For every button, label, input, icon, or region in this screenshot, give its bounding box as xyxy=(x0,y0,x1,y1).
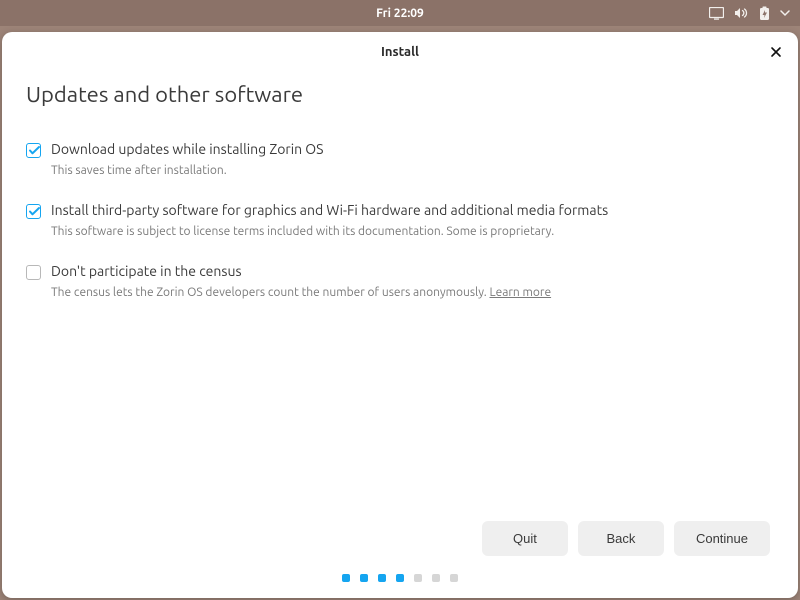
option-row: Don't participate in the census The censu… xyxy=(26,263,774,302)
back-button[interactable]: Back xyxy=(578,521,664,556)
option-body: Download updates while installing Zorin … xyxy=(51,141,774,180)
option-desc-text: The census lets the Zorin OS developers … xyxy=(51,286,489,299)
option-label[interactable]: Install third-party software for graphic… xyxy=(51,202,774,218)
option-description: This saves time after installation. xyxy=(51,163,774,180)
close-icon[interactable] xyxy=(766,42,786,62)
display-icon[interactable] xyxy=(709,7,724,20)
option-row: Download updates while installing Zorin … xyxy=(26,141,774,180)
button-row: Quit Back Continue xyxy=(26,521,774,574)
option-description: This software is subject to license term… xyxy=(51,224,774,241)
system-tray[interactable] xyxy=(709,0,790,26)
page-title: Updates and other software xyxy=(26,82,774,107)
options-list: Download updates while installing Zorin … xyxy=(26,141,774,323)
option-desc-text: This software is subject to license term… xyxy=(51,225,554,238)
battery-icon[interactable] xyxy=(759,6,770,21)
content-area: Updates and other software Download upda… xyxy=(2,72,798,598)
titlebar: Install xyxy=(2,32,798,72)
progress-dot xyxy=(378,574,386,582)
option-desc-text: This saves time after installation. xyxy=(51,164,227,177)
progress-dots xyxy=(26,574,774,598)
volume-icon[interactable] xyxy=(734,6,749,20)
progress-dot xyxy=(414,574,422,582)
learn-more-link[interactable]: Learn more xyxy=(489,286,551,299)
clock: Fri 22:09 xyxy=(376,7,424,20)
option-description: The census lets the Zorin OS developers … xyxy=(51,285,774,302)
installer-window: Install Updates and other software Downl… xyxy=(2,32,798,598)
option-label[interactable]: Don't participate in the census xyxy=(51,263,774,279)
system-topbar: Fri 22:09 xyxy=(0,0,800,26)
option-row: Install third-party software for graphic… xyxy=(26,202,774,241)
progress-dot xyxy=(342,574,350,582)
chevron-down-icon[interactable] xyxy=(780,9,790,17)
progress-dot xyxy=(450,574,458,582)
progress-dot xyxy=(432,574,440,582)
progress-dot xyxy=(396,574,404,582)
checkbox[interactable] xyxy=(26,265,41,280)
checkbox[interactable] xyxy=(26,143,41,158)
progress-dot xyxy=(360,574,368,582)
option-body: Don't participate in the census The censu… xyxy=(51,263,774,302)
checkbox[interactable] xyxy=(26,204,41,219)
quit-button[interactable]: Quit xyxy=(482,521,568,556)
option-body: Install third-party software for graphic… xyxy=(51,202,774,241)
option-label[interactable]: Download updates while installing Zorin … xyxy=(51,141,774,157)
window-title: Install xyxy=(381,45,419,59)
continue-button[interactable]: Continue xyxy=(674,521,770,556)
